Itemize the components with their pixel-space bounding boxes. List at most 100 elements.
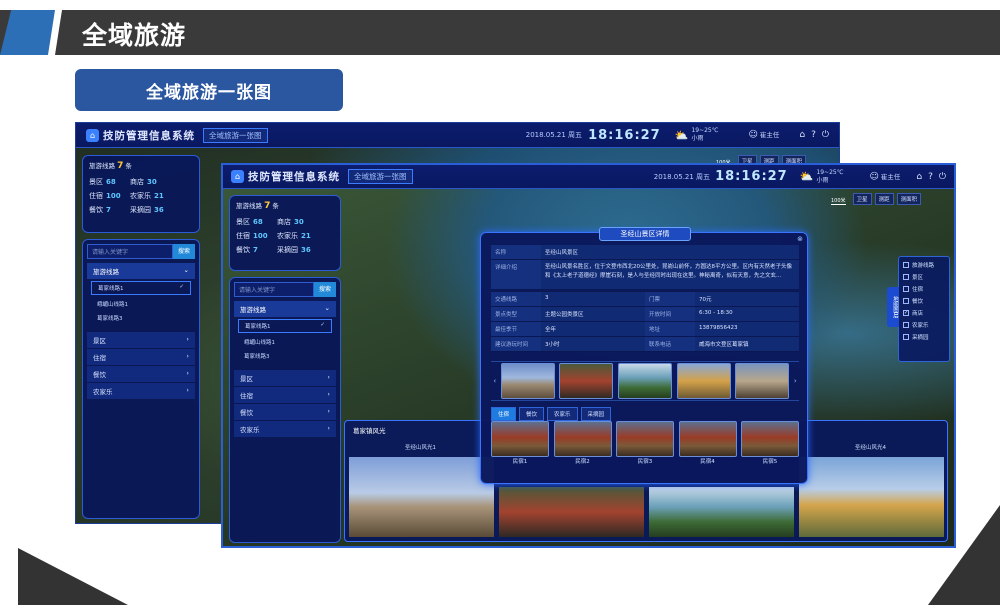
route-item[interactable]: 葛家线路3	[234, 349, 336, 363]
search-input[interactable]: 请输入关键字	[87, 244, 173, 259]
checkbox[interactable]	[903, 322, 909, 328]
weather-temp: 19~25℃	[816, 168, 844, 176]
route-item[interactable]: 葛家线路1 ✓	[238, 319, 332, 333]
category-label: 农家乐	[240, 426, 260, 434]
route-item[interactable]: 峨嵋山线路1	[87, 297, 195, 311]
folk-card[interactable]: 民宿3	[616, 421, 674, 465]
weather-temp: 19~25℃	[691, 127, 719, 134]
layer-item[interactable]: 采摘园	[903, 333, 945, 341]
tab-tourism-map[interactable]: 全域旅游一张图	[203, 127, 268, 143]
category-item[interactable]: 农家乐 ›	[234, 420, 336, 437]
tab-dining[interactable]: 餐饮	[519, 407, 545, 421]
category-label: 餐饮	[240, 409, 253, 417]
category-item[interactable]: 餐饮 ›	[234, 403, 336, 420]
checkbox-checked[interactable]: ✓	[903, 310, 909, 316]
sidebar-panel: 请输入关键字 搜索 旅游线路 ⌄ 葛家线路1 ✓ 峨嵋山线路1 葛家线路3 景区 › 住…	[82, 239, 200, 519]
stat-label: 餐饮	[236, 246, 250, 254]
folk-card[interactable]: 民宿5	[741, 421, 799, 465]
tab-lodging[interactable]: 住宿	[491, 407, 517, 421]
measure-distance-button[interactable]: 测距	[874, 193, 894, 205]
user-name[interactable]: 崔主任	[760, 131, 780, 139]
user-name[interactable]: 崔主任	[881, 173, 901, 181]
field-label: 开放时间	[645, 307, 695, 321]
photo-thumb[interactable]	[618, 363, 672, 399]
stat-value: 100	[106, 192, 121, 200]
category-item[interactable]: 住宿 ›	[234, 386, 336, 403]
layer-item[interactable]: 景区	[903, 273, 945, 281]
field-label: 名称	[491, 245, 541, 259]
search-button[interactable]: 搜索	[172, 244, 195, 259]
tab-orchard[interactable]: 采摘园	[580, 407, 612, 421]
category-item[interactable]: 住宿 ›	[87, 348, 195, 365]
layer-item[interactable]: ✓ 商店	[903, 309, 945, 317]
strip-caption: 圣经山风光1	[405, 445, 436, 451]
route-item[interactable]: 葛家线路1 ✓	[91, 281, 191, 295]
satellite-button[interactable]: 卫星	[852, 193, 872, 205]
tab-tourism-map[interactable]: 全域旅游一张图	[348, 169, 413, 184]
checkbox[interactable]	[903, 262, 909, 268]
home-icon[interactable]: ⌂	[916, 172, 922, 182]
stat-value: 30	[147, 178, 157, 186]
route-item[interactable]: 峨嵋山线路1	[234, 335, 336, 349]
search-input[interactable]: 请输入关键字	[234, 282, 314, 297]
photo-thumb[interactable]	[735, 363, 790, 399]
folk-caption: 民宿1	[512, 459, 528, 465]
chevron-right-icon[interactable]: ›	[794, 377, 797, 385]
help-icon[interactable]: ?	[811, 130, 816, 140]
photo-thumb[interactable]	[500, 363, 555, 399]
layer-panel-tab[interactable]: 地图图层	[887, 287, 899, 327]
checkbox[interactable]	[903, 298, 909, 304]
home-icon[interactable]: ⌂	[799, 130, 805, 140]
slide-subtitle: 全域旅游一张图	[75, 69, 343, 111]
chevron-right-icon: ›	[327, 407, 330, 415]
field-label: 门票	[645, 292, 695, 306]
scenic-photo[interactable]	[649, 487, 794, 537]
stat-label: 景区	[89, 178, 103, 186]
search-button[interactable]: 搜索	[313, 282, 336, 297]
help-icon[interactable]: ?	[928, 172, 933, 182]
route-unit: 条	[272, 202, 279, 210]
photo-thumb[interactable]	[676, 363, 731, 399]
photo-thumb[interactable]	[559, 363, 614, 399]
slide-title: 全域旅游	[82, 21, 187, 50]
category-item[interactable]: 景区 ›	[234, 369, 336, 386]
scenic-photo[interactable]	[499, 487, 644, 537]
measure-area-button[interactable]: 测面积	[896, 193, 922, 205]
tab-farmstay[interactable]: 农家乐	[547, 407, 578, 421]
layer-item[interactable]: 住宿	[903, 285, 945, 293]
category-item[interactable]: 景区 ›	[87, 331, 195, 348]
field-value: 13879856423	[695, 322, 799, 336]
scenic-photo[interactable]	[349, 457, 494, 537]
chevron-right-icon: ›	[327, 373, 330, 381]
folk-card[interactable]: 民宿2	[553, 421, 612, 465]
close-icon[interactable]: ⊗	[797, 235, 803, 243]
stat-value: 30	[294, 218, 304, 226]
checkbox[interactable]	[903, 274, 909, 280]
weather-icon: ⛅	[799, 170, 814, 183]
route-item[interactable]: 葛家线路3	[87, 311, 195, 325]
power-icon[interactable]: ⏻	[939, 172, 946, 182]
folk-card[interactable]: 民宿4	[678, 421, 737, 465]
checkbox[interactable]	[903, 286, 909, 292]
route-menu[interactable]: 旅游线路 ⌄	[87, 263, 195, 279]
power-icon[interactable]: ⏻	[822, 130, 829, 140]
scenic-photo[interactable]	[799, 457, 944, 537]
layer-item[interactable]: 餐饮	[903, 297, 945, 305]
layer-item[interactable]: 农家乐	[903, 321, 945, 329]
folk-card[interactable]: 民宿1	[491, 421, 549, 465]
stat-value: 21	[301, 232, 311, 240]
checkbox[interactable]	[903, 334, 909, 340]
stat-value: 68	[106, 178, 116, 186]
system-name: 技防管理信息系统	[103, 129, 195, 142]
category-item[interactable]: 餐饮 ›	[87, 365, 195, 382]
category-item[interactable]: 农家乐 ›	[87, 382, 195, 399]
field-label: 景点类型	[491, 307, 541, 321]
stat-value: 21	[154, 192, 164, 200]
chevron-left-icon[interactable]: ‹	[493, 377, 496, 385]
route-menu[interactable]: 旅游线路 ⌄	[234, 301, 336, 317]
chevron-right-icon: ›	[186, 386, 189, 394]
stat-value: 100	[253, 232, 268, 240]
chevron-right-icon: ›	[327, 424, 330, 432]
layer-item[interactable]: 旅游线路	[903, 261, 945, 269]
stat-label: 商店	[277, 218, 291, 226]
